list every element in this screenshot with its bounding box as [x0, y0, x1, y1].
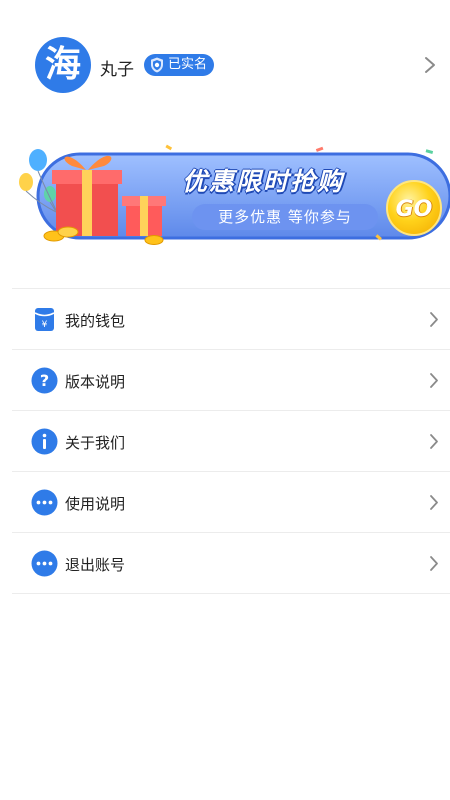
go-button[interactable]: GO — [386, 180, 442, 236]
menu-item-label: 关于我们 — [65, 434, 126, 452]
chevron-right-icon — [430, 373, 438, 388]
banner-subtitle: 更多优惠 等你参与 — [192, 204, 378, 230]
chevron-right-icon — [430, 434, 438, 449]
menu-item-about[interactable]: 关于我们 — [12, 411, 450, 472]
chevron-right-icon — [430, 556, 438, 571]
my-page: 海 丸子 已实名 优惠限时抢购 更多优惠 等你参与 GO ¥ 我的钱包 ? 版本… — [0, 0, 450, 800]
menu-list: ¥ 我的钱包 ? 版本说明 关于我们 使用说明 退出账号 — [12, 288, 450, 594]
menu-item-wallet[interactable]: ¥ 我的钱包 — [12, 289, 450, 350]
svg-text:?: ? — [40, 371, 49, 390]
wallet-icon: ¥ — [34, 308, 55, 331]
svg-text:¥: ¥ — [42, 320, 48, 330]
menu-item-label: 使用说明 — [65, 495, 126, 513]
chevron-right-icon — [425, 57, 435, 73]
menu-item-version[interactable]: ? 版本说明 — [12, 350, 450, 411]
username: 丸子 — [100, 60, 134, 80]
menu-item-label: 退出账号 — [65, 556, 126, 574]
menu-item-logout[interactable]: 退出账号 — [12, 533, 450, 594]
more-circle-icon — [31, 550, 58, 577]
question-circle-icon: ? — [31, 367, 58, 394]
menu-item-label: 我的钱包 — [65, 312, 126, 330]
shield-check-icon — [151, 57, 163, 73]
menu-item-label: 版本说明 — [65, 373, 126, 391]
verified-badge: 已实名 — [144, 54, 215, 76]
menu-item-instructions[interactable]: 使用说明 — [12, 472, 450, 533]
more-circle-icon — [31, 489, 58, 516]
promo-banner[interactable]: 优惠限时抢购 更多优惠 等你参与 GO — [16, 140, 450, 252]
chevron-right-icon — [430, 312, 438, 327]
banner-title: 优惠限时抢购 — [182, 167, 345, 196]
chevron-right-icon — [430, 495, 438, 510]
info-circle-icon — [31, 428, 58, 455]
verified-label: 已实名 — [168, 57, 208, 72]
profile-header[interactable]: 海 丸子 已实名 — [0, 30, 450, 100]
avatar[interactable]: 海 — [35, 37, 91, 93]
